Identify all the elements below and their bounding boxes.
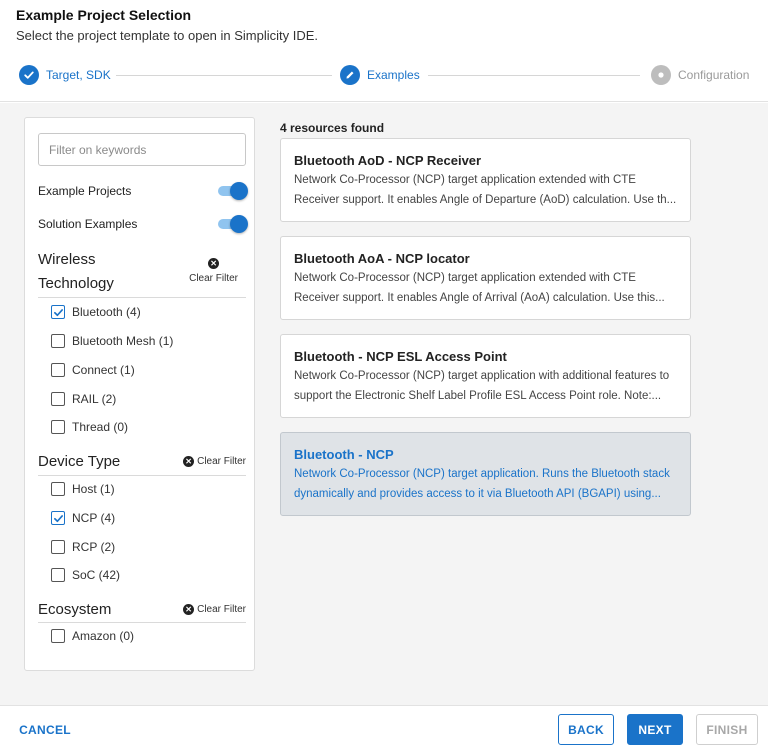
card-title: Bluetooth - NCP (294, 447, 394, 462)
close-icon: ✕ (183, 604, 195, 615)
checkbox-label: Thread (0) (72, 420, 129, 434)
checkbox-icon (51, 420, 65, 434)
clear-filter-wireless[interactable]: ✕ Clear Filter (189, 258, 238, 284)
checkbox-rcp[interactable]: RCP (2) (51, 538, 115, 556)
section-device-type: Device Type ✕ Clear Filter (38, 450, 246, 476)
example-card[interactable]: Bluetooth - NCP ESL Access Point Network… (280, 334, 691, 418)
example-card-selected[interactable]: Bluetooth - NCP Network Co-Processor (NC… (280, 432, 691, 516)
close-icon: ✕ (183, 456, 195, 467)
checkbox-label: SoC (42) (72, 568, 121, 582)
card-description: Network Co-Processor (NCP) target applic… (294, 174, 677, 206)
checkbox-icon (51, 568, 65, 582)
checkbox-bluetooth[interactable]: Bluetooth (4) (51, 303, 141, 321)
toggle-row-solution-examples: Solution Examples (38, 214, 248, 234)
checkbox-icon (51, 629, 65, 643)
section-ecosystem: Ecosystem ✕ Clear Filter (38, 598, 246, 623)
example-card[interactable]: Bluetooth AoD - NCP Receiver Network Co-… (280, 138, 691, 222)
dialog-footer: CANCEL BACK NEXT FINISH (0, 705, 768, 749)
toggle-label: Example Projects (38, 184, 132, 198)
close-icon: ✕ (208, 258, 220, 269)
checkbox-ncp[interactable]: NCP (4) (51, 509, 115, 527)
checkbox-host[interactable]: Host (1) (51, 480, 115, 498)
step-configuration[interactable]: Configuration (651, 65, 749, 85)
cancel-button[interactable]: CANCEL (12, 714, 78, 745)
section-wireless-technology: Wireless Technology ✕ Clear Filter (38, 248, 246, 298)
step-target-sdk[interactable]: Target, SDK (19, 65, 111, 85)
dot-icon (651, 65, 671, 85)
pencil-icon (340, 65, 360, 85)
step-connector (116, 75, 332, 76)
card-title: Bluetooth - NCP ESL Access Point (294, 349, 507, 364)
checkbox-rail[interactable]: RAIL (2) (51, 390, 116, 408)
finish-button[interactable]: FINISH (696, 714, 758, 745)
checkbox-label: Amazon (0) (72, 629, 135, 643)
step-label: Target, SDK (46, 68, 111, 82)
checkbox-amazon[interactable]: Amazon (0) (51, 627, 134, 645)
dialog-header: Example Project Selection Select the pro… (0, 0, 768, 46)
page-subtitle: Select the project template to open in S… (16, 28, 319, 43)
step-examples[interactable]: Examples (340, 65, 420, 85)
checkbox-icon (51, 540, 65, 554)
card-description: Network Co-Processor (NCP) target applic… (294, 370, 670, 402)
checkbox-label: NCP (4) (72, 511, 116, 525)
check-icon (19, 65, 39, 85)
checkbox-checked-icon (51, 511, 65, 525)
checkbox-label: Bluetooth (4) (72, 305, 141, 319)
clear-filter-label: Clear Filter (197, 604, 246, 615)
checkbox-icon (51, 363, 65, 377)
card-description: Network Co-Processor (NCP) target applic… (294, 272, 665, 304)
main-content: Example Projects Solution Examples Wirel… (0, 103, 768, 705)
card-title: Bluetooth AoD - NCP Receiver (294, 153, 482, 168)
example-projects-toggle[interactable] (218, 182, 248, 200)
wizard-stepper: Target, SDK Examples Configuration (0, 50, 768, 102)
checkbox-icon (51, 392, 65, 406)
checkbox-bluetooth-mesh[interactable]: Bluetooth Mesh (1) (51, 332, 173, 350)
step-label: Configuration (678, 68, 750, 82)
example-card[interactable]: Bluetooth AoA - NCP locator Network Co-P… (280, 236, 691, 320)
results-count: 4 resources found (280, 121, 385, 135)
back-button[interactable]: BACK (558, 714, 614, 745)
page-title: Example Project Selection (16, 7, 192, 23)
clear-filter-label: Clear Filter (189, 273, 238, 284)
checkbox-label: RCP (2) (72, 540, 116, 554)
toggle-label: Solution Examples (38, 217, 138, 231)
checkbox-checked-icon (51, 305, 65, 319)
checkbox-label: Bluetooth Mesh (1) (72, 334, 174, 348)
next-button[interactable]: NEXT (627, 714, 683, 745)
card-description: Network Co-Processor (NCP) target applic… (294, 468, 670, 500)
step-connector (428, 75, 640, 76)
clear-filter-label: Clear Filter (197, 456, 246, 467)
checkbox-label: RAIL (2) (72, 392, 117, 406)
clear-filter-ecosystem[interactable]: ✕ Clear Filter (183, 604, 246, 615)
clear-filter-device-type[interactable]: ✕ Clear Filter (183, 456, 246, 467)
checkbox-thread[interactable]: Thread (0) (51, 418, 128, 436)
toggle-row-example-projects: Example Projects (38, 181, 248, 201)
checkbox-icon (51, 334, 65, 348)
card-title: Bluetooth AoA - NCP locator (294, 251, 470, 266)
checkbox-label: Connect (1) (72, 363, 135, 377)
keyword-filter-input[interactable] (38, 133, 246, 166)
checkbox-soc[interactable]: SoC (42) (51, 566, 120, 584)
checkbox-connect[interactable]: Connect (1) (51, 361, 135, 379)
checkbox-icon (51, 482, 65, 496)
checkbox-label: Host (1) (72, 482, 115, 496)
filter-panel: Example Projects Solution Examples Wirel… (24, 117, 255, 671)
solution-examples-toggle[interactable] (218, 215, 248, 233)
step-label: Examples (367, 68, 420, 82)
